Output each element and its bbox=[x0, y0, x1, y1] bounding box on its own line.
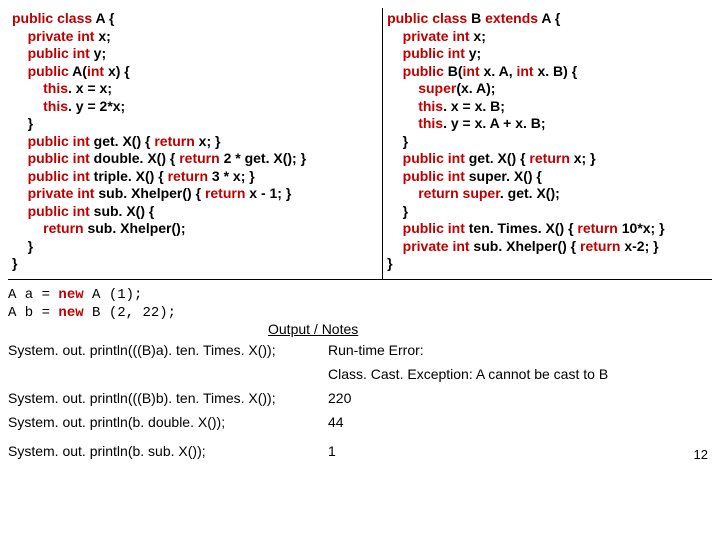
t: . y = 2*x; bbox=[68, 98, 125, 114]
kw: public int bbox=[403, 150, 465, 166]
kw: return super bbox=[418, 185, 500, 201]
kw: int bbox=[516, 63, 533, 79]
t: } bbox=[12, 255, 17, 271]
kw: return bbox=[43, 220, 83, 236]
kw: public int bbox=[28, 203, 90, 219]
kw: return bbox=[154, 133, 194, 149]
t: x) { bbox=[104, 63, 130, 79]
statements-outputs: System. out. println(((B)a). ten. Times.… bbox=[8, 339, 712, 464]
kw: public bbox=[28, 63, 69, 79]
t: sub. X() { bbox=[90, 203, 155, 219]
out-1: Run-time Error:Class. Cast. Exception: A… bbox=[328, 339, 712, 387]
kw: this bbox=[43, 98, 68, 114]
out-3: 44 bbox=[328, 411, 712, 435]
out-2: 220 bbox=[328, 387, 712, 411]
kw: public class bbox=[387, 10, 467, 26]
t: x-2; } bbox=[620, 238, 658, 254]
kw: public int bbox=[28, 133, 90, 149]
kw: new bbox=[58, 305, 83, 321]
stmt-1: System. out. println(((B)a). ten. Times.… bbox=[8, 339, 328, 387]
output-header: Output / Notes bbox=[268, 321, 712, 337]
t: get. X() { bbox=[465, 150, 530, 166]
class-b-code: public class B extends A { private int x… bbox=[383, 8, 712, 279]
t: } bbox=[28, 238, 33, 254]
t: x; } bbox=[195, 133, 221, 149]
kw: return bbox=[179, 150, 219, 166]
kw: public int bbox=[403, 168, 465, 184]
t: x; bbox=[94, 28, 110, 44]
kw: super bbox=[418, 80, 456, 96]
t: B bbox=[467, 10, 485, 26]
page-number: 12 bbox=[694, 447, 708, 462]
t: } bbox=[403, 203, 408, 219]
kw: return bbox=[580, 238, 620, 254]
kw: public class bbox=[12, 10, 92, 26]
kw: this bbox=[43, 80, 68, 96]
t: y; bbox=[465, 45, 481, 61]
stmt-4: System. out. println(b. sub. X()); bbox=[8, 440, 328, 464]
kw: public int bbox=[28, 150, 90, 166]
declarations: A a = new A (1); A b = new B (2, 22); bbox=[8, 286, 712, 324]
kw: private int bbox=[403, 28, 470, 44]
kw: private int bbox=[28, 185, 95, 201]
kw: public int bbox=[403, 45, 465, 61]
kw: this bbox=[418, 98, 443, 114]
t: double. X() { bbox=[90, 150, 179, 166]
kw: return bbox=[205, 185, 245, 201]
t: A (1); bbox=[84, 287, 143, 303]
t: . y = x. A + x. B; bbox=[443, 115, 545, 131]
t: triple. X() { bbox=[90, 168, 168, 184]
t: A { bbox=[92, 10, 114, 26]
t: A( bbox=[69, 63, 87, 79]
t: 2 * get. X(); } bbox=[220, 150, 306, 166]
kw: int bbox=[463, 63, 480, 79]
t: B (2, 22); bbox=[84, 305, 176, 321]
t: x - 1; } bbox=[245, 185, 291, 201]
t: x. A, bbox=[480, 63, 517, 79]
kw: int bbox=[87, 63, 104, 79]
kw: public int bbox=[28, 45, 90, 61]
t: sub. Xhelper() { bbox=[470, 238, 580, 254]
t: A { bbox=[538, 10, 560, 26]
out-4: 1 bbox=[328, 440, 712, 464]
t: } bbox=[403, 133, 408, 149]
t: } bbox=[387, 255, 392, 271]
t: B( bbox=[444, 63, 463, 79]
t: . get. X(); bbox=[500, 185, 560, 201]
kw: return bbox=[577, 220, 617, 236]
kw: return bbox=[529, 150, 569, 166]
kw: new bbox=[58, 287, 83, 303]
t: sub. Xhelper() { bbox=[94, 185, 204, 201]
t: (x. A); bbox=[456, 80, 495, 96]
stmt-2: System. out. println(((B)b). ten. Times.… bbox=[8, 387, 328, 411]
t: 10*x; } bbox=[618, 220, 665, 236]
kw: public int bbox=[28, 168, 90, 184]
t: x; bbox=[470, 28, 486, 44]
kw: public int bbox=[403, 220, 465, 236]
kw: private int bbox=[403, 238, 470, 254]
t: . x = x. B; bbox=[443, 98, 505, 114]
kw: private int bbox=[28, 28, 95, 44]
t: x. B) { bbox=[534, 63, 578, 79]
t: A b = bbox=[8, 305, 58, 321]
class-a-code: public class A { private int x; public i… bbox=[8, 8, 383, 279]
t: } bbox=[28, 115, 33, 131]
t: ten. Times. X() { bbox=[465, 220, 578, 236]
stmt-3: System. out. println(b. double. X()); bbox=[8, 411, 328, 435]
t: . x = x; bbox=[68, 80, 112, 96]
kw: this bbox=[418, 115, 443, 131]
t: get. X() { bbox=[90, 133, 155, 149]
kw: public bbox=[403, 63, 444, 79]
t: x; } bbox=[570, 150, 596, 166]
t: sub. Xhelper(); bbox=[84, 220, 186, 236]
t: y; bbox=[90, 45, 106, 61]
t: super. X() { bbox=[465, 168, 542, 184]
kw: extends bbox=[485, 10, 538, 26]
kw: return bbox=[168, 168, 208, 184]
bottom-section: A a = new A (1); A b = new B (2, 22); Ou… bbox=[8, 280, 712, 465]
t: 3 * x; } bbox=[208, 168, 255, 184]
code-columns: public class A { private int x; public i… bbox=[8, 8, 712, 280]
t: A a = bbox=[8, 287, 58, 303]
